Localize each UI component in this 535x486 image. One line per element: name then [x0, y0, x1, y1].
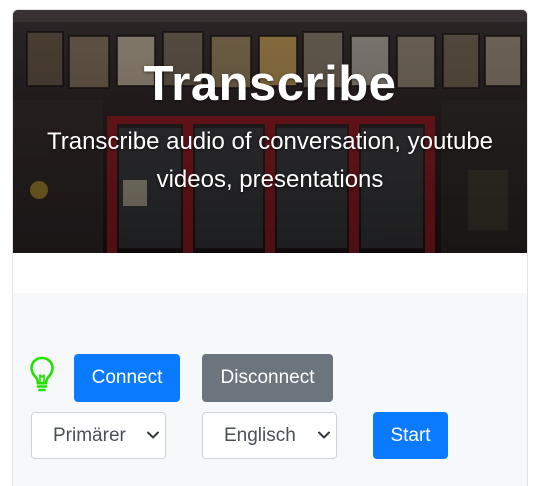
audio-source-select[interactable]: Primärer: [31, 412, 166, 459]
controls-panel: Connect Disconnect Primärer Englisch Sta…: [13, 293, 527, 486]
start-button[interactable]: Start: [373, 412, 448, 459]
audio-source-selected-value: Primärer: [53, 425, 126, 446]
hero-banner: Transcribe Transcribe audio of conversat…: [13, 10, 527, 253]
transcribe-card: Transcribe Transcribe audio of conversat…: [12, 9, 528, 486]
page-subtitle: Transcribe audio of conversation, youtub…: [46, 128, 494, 193]
spacer: [13, 253, 527, 293]
language-selected-value: Englisch: [224, 425, 296, 446]
chevron-down-icon: [147, 431, 159, 439]
lightbulb-icon: [30, 356, 54, 392]
connect-button[interactable]: Connect: [74, 354, 180, 402]
language-select[interactable]: Englisch: [202, 412, 337, 459]
disconnect-button[interactable]: Disconnect: [202, 354, 333, 402]
page-title: Transcribe: [143, 57, 397, 111]
page: Transcribe Transcribe audio of conversat…: [0, 0, 535, 486]
chevron-down-icon: [318, 431, 330, 439]
